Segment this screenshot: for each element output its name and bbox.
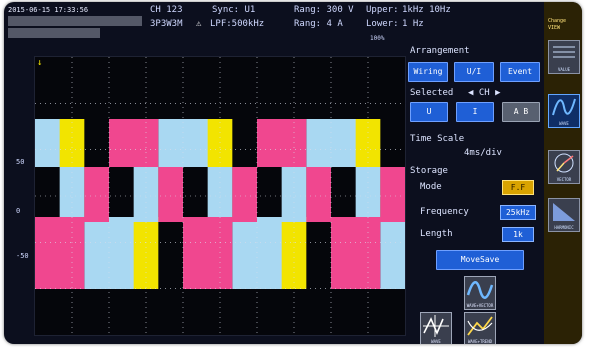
change-view-label: Change VIEW [548, 18, 567, 31]
view-wave-button[interactable]: WAVE [548, 94, 580, 128]
multi-wave-icon [423, 315, 449, 337]
record-indicator [8, 16, 142, 26]
view-vector-label: VECTOR [556, 177, 572, 182]
scale-tag: 100% [370, 35, 385, 42]
grid-lines [35, 57, 405, 335]
warning-icon: ⚠ [196, 19, 202, 29]
ui-button[interactable]: U/I [454, 62, 494, 82]
waveform-plot: ↓ [35, 57, 405, 335]
sine-icon [466, 281, 494, 299]
view-wave-trend[interactable]: WAVE+TREND [464, 312, 496, 344]
channel-label: CH 123 [150, 5, 183, 15]
trend-icon [467, 316, 493, 336]
range-current: Rang: 4 A [294, 19, 343, 29]
settings-panel: Arrangement Wiring U/I Event Selected ◀ … [406, 44, 542, 344]
vector-icon [554, 153, 574, 173]
harmonic-icon [553, 203, 575, 221]
length-value[interactable]: 1k [502, 227, 534, 242]
lpf-label: LPF:500kHz [210, 19, 265, 29]
mode-value[interactable]: F.F [502, 180, 534, 195]
device-screen: 2015-06-15 17:33:56 CH 123 3P3W3M Sync: … [4, 2, 582, 344]
wiring-label: 3P3W3M [150, 19, 183, 29]
view-value-button[interactable]: VALUE [548, 40, 580, 74]
mode-label: Mode [420, 182, 442, 192]
upper-label: Upper: [366, 5, 399, 15]
date-time: 2015-06-15 17:33:56 [8, 6, 89, 14]
y-label-top: 50 [16, 158, 25, 166]
value-table-icon [553, 46, 575, 58]
range-voltage: Rang: 300 V [294, 5, 354, 15]
storage-label: Storage [410, 166, 448, 176]
trigger-marker: ↓ [37, 58, 42, 68]
view-harmonic-button[interactable]: HARMONIC [548, 198, 580, 232]
time-scale-label: Time Scale [410, 134, 465, 144]
time-scale-value[interactable]: 4ms/div [464, 148, 502, 158]
record-indicator-2 [8, 28, 100, 38]
view-wave-trend-label: WAVE+TREND [467, 339, 493, 344]
y-label-mid: 0 [16, 207, 21, 215]
event-button[interactable]: Event [500, 62, 540, 82]
i-button[interactable]: I [456, 102, 494, 122]
wave-icon [552, 98, 576, 116]
view-wave[interactable]: WAVE [420, 312, 452, 344]
wiring-button[interactable]: Wiring [408, 62, 448, 82]
selected-channel[interactable]: ◀ CH ▶ [468, 88, 501, 98]
view-wave-vector-label: WAVE+VECTOR [466, 303, 494, 308]
upper-value: 1kHz 10Hz [402, 5, 451, 15]
y-label-bot: -50 [16, 252, 29, 260]
view-sidebar: Change VIEW VALUE WAVE VECTOR HARMONIC [544, 2, 582, 344]
view-vector-button[interactable]: VECTOR [548, 150, 580, 184]
waveforms [35, 119, 405, 289]
arrangement-label: Arrangement [410, 46, 470, 56]
view-harmonic-label: HARMONIC [554, 225, 574, 230]
sync-label: Sync: U1 [212, 5, 256, 15]
length-label: Length [420, 229, 453, 239]
view-wave-label-side: WAVE [559, 121, 569, 126]
frequency-label: Frequency [420, 207, 469, 217]
view-wave-label: WAVE [431, 339, 441, 344]
selected-label: Selected [410, 88, 454, 98]
status-bar: 2015-06-15 17:33:56 CH 123 3P3W3M Sync: … [4, 2, 544, 46]
lower-value: 1 Hz [402, 19, 424, 29]
waveform-display[interactable]: ↓ [34, 56, 406, 336]
move-save-button[interactable]: MoveSave [436, 250, 524, 270]
ab-button[interactable]: A B [502, 102, 540, 122]
u-button[interactable]: U [410, 102, 448, 122]
view-wave-vector[interactable]: WAVE+VECTOR [464, 276, 496, 310]
view-value-label: VALUE [557, 67, 571, 72]
lower-label: Lower: [366, 19, 399, 29]
frequency-value[interactable]: 25kHz [500, 205, 536, 220]
